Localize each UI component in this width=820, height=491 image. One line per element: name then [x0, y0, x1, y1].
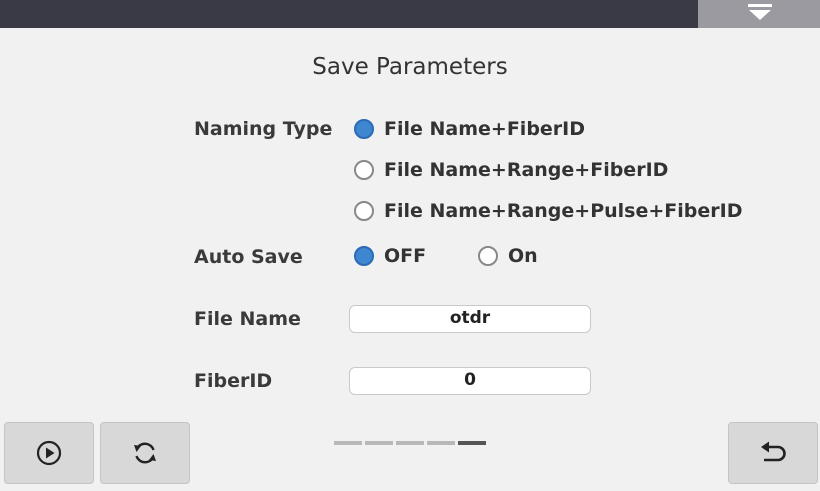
- radio-unselected-icon: [354, 160, 374, 180]
- page-title: Save Parameters: [312, 54, 508, 80]
- play-circle-icon: [36, 440, 62, 466]
- play-button[interactable]: [4, 422, 94, 484]
- page-dot: [365, 441, 393, 445]
- dropdown-tab[interactable]: [698, 0, 820, 28]
- naming-type-label: Naming Type: [194, 118, 333, 140]
- refresh-button[interactable]: [100, 422, 190, 484]
- page-dot: [334, 441, 362, 445]
- refresh-icon: [134, 442, 156, 464]
- auto-save-label: Auto Save: [194, 246, 303, 268]
- page-dot: [396, 441, 424, 445]
- naming-type-option-filename-range-fiberid[interactable]: File Name+Range+FiberID: [354, 157, 668, 183]
- page-dot-active: [458, 441, 486, 445]
- naming-type-option-filename-range-pulse-fiberid[interactable]: File Name+Range+Pulse+FiberID: [354, 198, 743, 224]
- file-name-input[interactable]: otdr: [349, 305, 591, 333]
- auto-save-option-off[interactable]: OFF: [354, 243, 426, 269]
- back-button[interactable]: [728, 422, 818, 484]
- radio-selected-icon: [354, 246, 374, 266]
- naming-type-option-filename-fiberid[interactable]: File Name+FiberID: [354, 116, 585, 142]
- return-arrow-icon: [761, 441, 786, 462]
- radio-unselected-icon: [478, 246, 498, 266]
- radio-selected-icon: [354, 119, 374, 139]
- page-indicator: [334, 441, 489, 445]
- auto-save-option-on[interactable]: On: [478, 243, 538, 269]
- top-bar: [0, 0, 820, 28]
- fiber-id-label: FiberID: [194, 370, 273, 392]
- fiber-id-input[interactable]: 0: [349, 367, 591, 395]
- page-dot: [427, 441, 455, 445]
- file-name-label: File Name: [194, 308, 301, 330]
- radio-unselected-icon: [354, 201, 374, 221]
- chevron-down-icon: [748, 4, 772, 20]
